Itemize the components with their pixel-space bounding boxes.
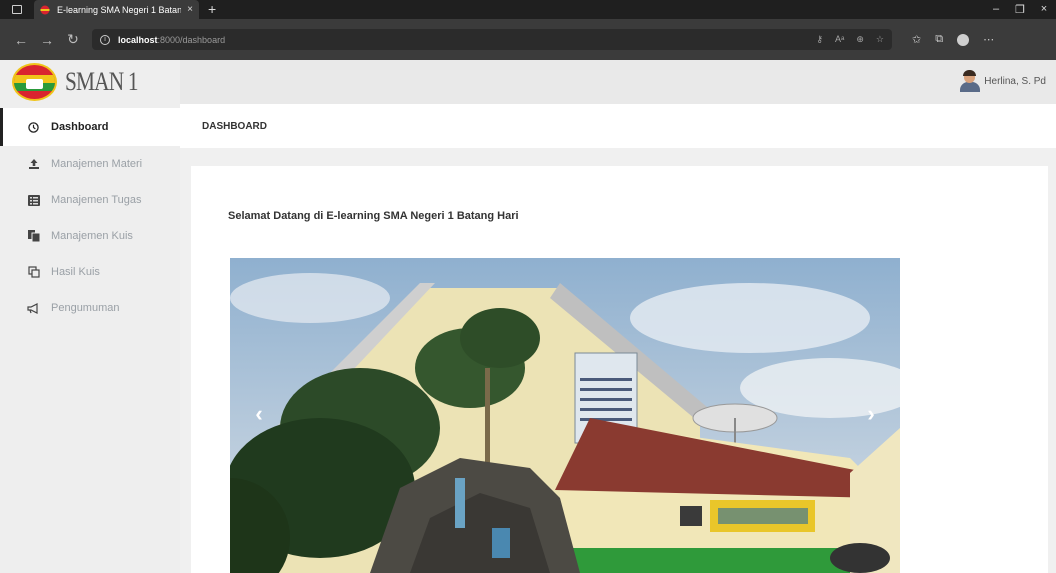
logo-text: SMAN 1 xyxy=(65,67,139,96)
zoom-icon[interactable]: ⊕ xyxy=(856,34,864,45)
address-bar-row: ← → ↻ i localhost :8000/dashboard ⚷ Aᵃ ⊕… xyxy=(0,19,1056,60)
avatar xyxy=(958,70,982,92)
window-menu-icon[interactable] xyxy=(0,0,34,19)
page: SMAN 1 Dashboard Manajemen Materi Manaje… xyxy=(0,60,1056,573)
more-icon[interactable]: ⋯ xyxy=(983,33,994,46)
image-carousel[interactable]: ‹ › xyxy=(230,258,900,573)
upload-icon xyxy=(27,158,40,171)
favorite-add-icon[interactable]: ☆ xyxy=(876,34,884,45)
copy-icon xyxy=(27,230,40,243)
favorites-icon[interactable]: ✩ xyxy=(912,33,921,46)
minimize-button[interactable]: – xyxy=(984,3,1008,16)
top-navbar: Herlina, S. Pd xyxy=(180,60,1056,104)
browser-toolbar: ✩ ⧉ ⋯ xyxy=(912,33,994,46)
sidebar-item-pengumuman[interactable]: Pengumuman xyxy=(0,290,180,326)
carousel-next-button[interactable]: › xyxy=(860,403,882,425)
sidebar: SMAN 1 Dashboard Manajemen Materi Manaje… xyxy=(0,60,180,573)
collections-icon[interactable]: ⧉ xyxy=(935,33,943,46)
sidebar-item-materi[interactable]: Manajemen Materi xyxy=(0,146,180,182)
user-name: Herlina, S. Pd xyxy=(984,75,1046,87)
new-tab-button[interactable]: + xyxy=(208,0,216,19)
key-icon[interactable]: ⚷ xyxy=(816,34,823,45)
tab-close-icon[interactable]: × xyxy=(187,4,193,15)
logo[interactable]: SMAN 1 xyxy=(0,60,180,104)
sidebar-item-label: Hasil Kuis xyxy=(51,266,100,278)
url-host: localhost xyxy=(118,34,158,45)
site-info-icon[interactable]: i xyxy=(100,34,110,45)
bullhorn-icon xyxy=(27,302,40,315)
list-icon xyxy=(27,194,40,207)
sidebar-item-label: Manajemen Materi xyxy=(51,158,143,170)
url-tools: ⚷ Aᵃ ⊕ ☆ xyxy=(816,34,884,45)
profile-icon[interactable] xyxy=(957,33,970,46)
sidebar-item-label: Pengumuman xyxy=(51,302,120,314)
page-title: DASHBOARD xyxy=(202,120,267,132)
read-aloud-icon[interactable]: Aᵃ xyxy=(835,34,844,45)
tab-title: E-learning SMA Negeri 1 Batang xyxy=(57,4,182,15)
clone-icon xyxy=(27,266,40,279)
school-building-image xyxy=(230,258,900,573)
welcome-text: Selamat Datang di E-learning SMA Negeri … xyxy=(228,210,519,222)
clock-icon xyxy=(27,121,40,134)
browser-tab-bar: E-learning SMA Negeri 1 Batang × + – ❐ × xyxy=(0,0,1056,19)
school-emblem-icon xyxy=(12,63,57,101)
content-card: Selamat Datang di E-learning SMA Negeri … xyxy=(191,166,1048,573)
window-controls: – ❐ × xyxy=(984,3,1056,16)
user-menu[interactable]: Herlina, S. Pd xyxy=(958,70,1046,92)
url-path: :8000/dashboard xyxy=(157,34,226,45)
maximize-button[interactable]: ❐ xyxy=(1008,3,1032,16)
forward-arrow-icon[interactable]: → xyxy=(34,32,60,48)
page-header: DASHBOARD xyxy=(180,104,1056,148)
sidebar-item-dashboard[interactable]: Dashboard xyxy=(0,108,180,146)
sidebar-item-label: Dashboard xyxy=(51,121,109,133)
sidebar-item-hasil-kuis[interactable]: Hasil Kuis xyxy=(0,254,180,290)
browser-tab[interactable]: E-learning SMA Negeri 1 Batang × xyxy=(34,0,199,19)
favicon-icon xyxy=(40,5,50,14)
sidebar-item-label: Manajemen Kuis xyxy=(51,230,133,242)
sidebar-item-label: Manajemen Tugas xyxy=(51,194,142,206)
url-field[interactable]: i localhost :8000/dashboard ⚷ Aᵃ ⊕ ☆ xyxy=(92,29,892,50)
close-window-button[interactable]: × xyxy=(1032,3,1056,16)
carousel-prev-button[interactable]: ‹ xyxy=(248,403,270,425)
refresh-icon[interactable]: ↻ xyxy=(60,31,86,48)
sidebar-menu: Dashboard Manajemen Materi Manajemen Tug… xyxy=(0,108,180,326)
sidebar-item-tugas[interactable]: Manajemen Tugas xyxy=(0,182,180,218)
sidebar-item-kuis[interactable]: Manajemen Kuis xyxy=(0,218,180,254)
back-arrow-icon[interactable]: ← xyxy=(8,32,34,48)
